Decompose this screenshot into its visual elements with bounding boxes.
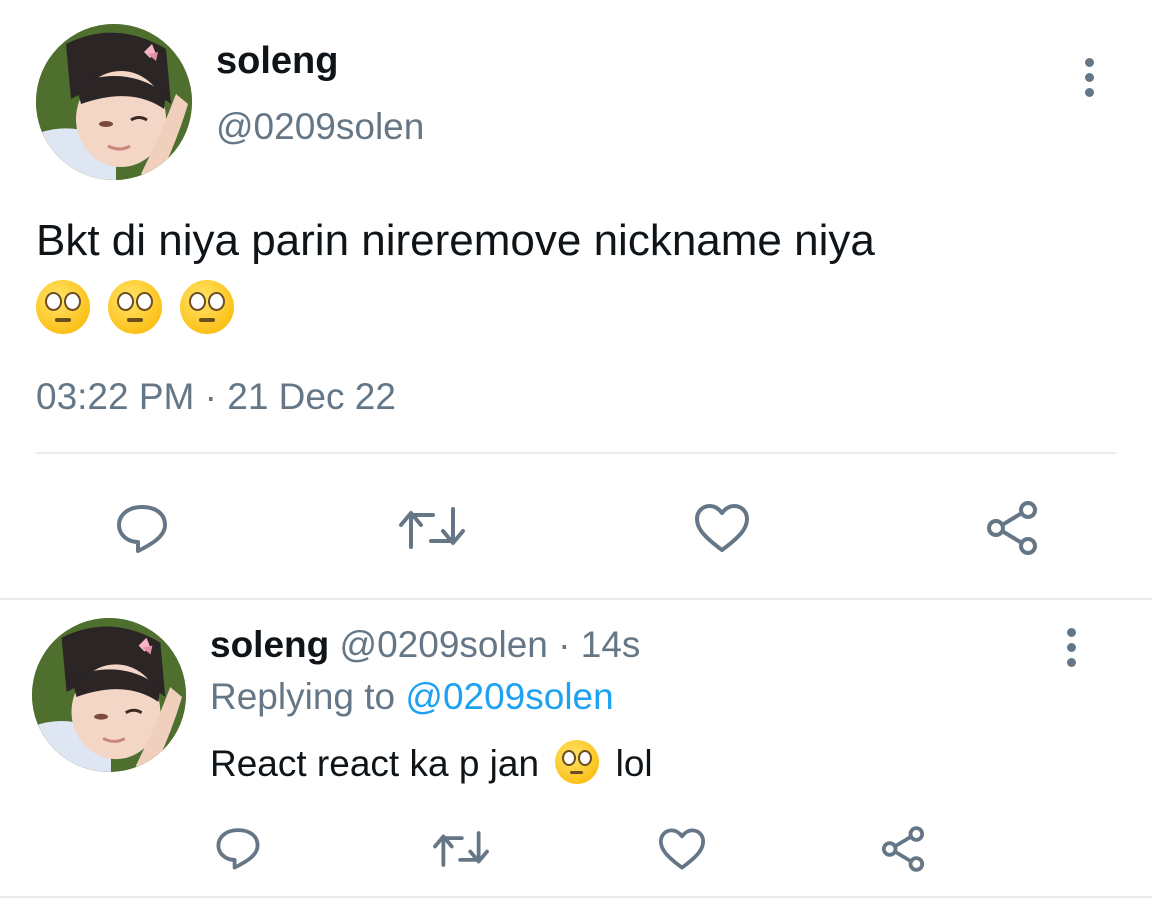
reply-text-before: React react ka p jan — [210, 743, 540, 784]
share-icon — [881, 826, 925, 872]
reply-text: React react ka p jan lol — [210, 740, 653, 785]
reply-handle[interactable]: @0209solen — [340, 624, 548, 665]
reply-button[interactable] — [110, 498, 174, 558]
rolling-eyes-emoji — [108, 280, 163, 335]
tweet-text-line: Bkt di niya parin nireremove nickname ni… — [36, 216, 875, 265]
more-vertical-icon — [1084, 58, 1094, 67]
avatar-photo — [32, 618, 186, 772]
more-vertical-icon-dot — [1084, 88, 1094, 97]
heart-icon — [695, 504, 749, 552]
reply-icon — [117, 505, 167, 553]
author-handle[interactable]: @0209solen — [216, 106, 424, 148]
author-avatar[interactable] — [36, 24, 192, 180]
more-vertical-icon-dot — [1084, 73, 1094, 82]
reply-header: soleng @0209solen · 14s — [210, 624, 640, 666]
rolling-eyes-emoji — [555, 740, 600, 784]
share-button[interactable] — [980, 496, 1044, 560]
retweet-icon — [433, 831, 489, 867]
author-display-name[interactable]: soleng — [216, 40, 338, 83]
avatar-photo — [36, 24, 192, 180]
share-icon — [987, 501, 1037, 555]
like-button[interactable] — [690, 498, 754, 558]
heart-icon — [658, 828, 706, 870]
reply-author-avatar[interactable] — [32, 618, 186, 772]
more-vertical-icon-dot — [1066, 643, 1076, 652]
bottom-divider — [0, 896, 1152, 898]
reply-reply-button[interactable] — [212, 822, 264, 874]
reply-share-button[interactable] — [876, 822, 930, 876]
section-divider — [0, 598, 1152, 600]
reply-icon — [216, 828, 260, 870]
tweet-text: Bkt di niya parin nireremove nickname ni… — [36, 212, 1116, 335]
divider — [36, 452, 1116, 454]
reply-display-name[interactable]: soleng — [210, 624, 329, 665]
reply-retweet-button[interactable] — [430, 824, 492, 874]
replying-to-handle-link[interactable]: @0209solen — [405, 676, 613, 717]
rolling-eyes-emoji — [36, 280, 90, 335]
reply-like-button[interactable] — [656, 824, 708, 874]
more-vertical-icon-dot — [1066, 658, 1076, 667]
reply-age[interactable]: 14s — [581, 624, 641, 665]
more-options-button[interactable] — [1083, 58, 1095, 103]
reply-separator: · — [558, 624, 571, 665]
replying-to-line: Replying to @0209solen — [210, 676, 614, 718]
tweet-emojis — [36, 276, 1116, 335]
reply-text-after: lol — [615, 743, 653, 784]
retweet-icon — [399, 507, 465, 549]
rolling-eyes-emoji — [180, 280, 235, 335]
tweet-timestamp[interactable]: 03:22 PM · 21 Dec 22 — [36, 376, 396, 418]
reply-more-options-button[interactable] — [1065, 628, 1077, 673]
retweet-button[interactable] — [396, 498, 468, 558]
more-vertical-icon — [1066, 628, 1076, 637]
replying-to-label: Replying to — [210, 676, 396, 717]
